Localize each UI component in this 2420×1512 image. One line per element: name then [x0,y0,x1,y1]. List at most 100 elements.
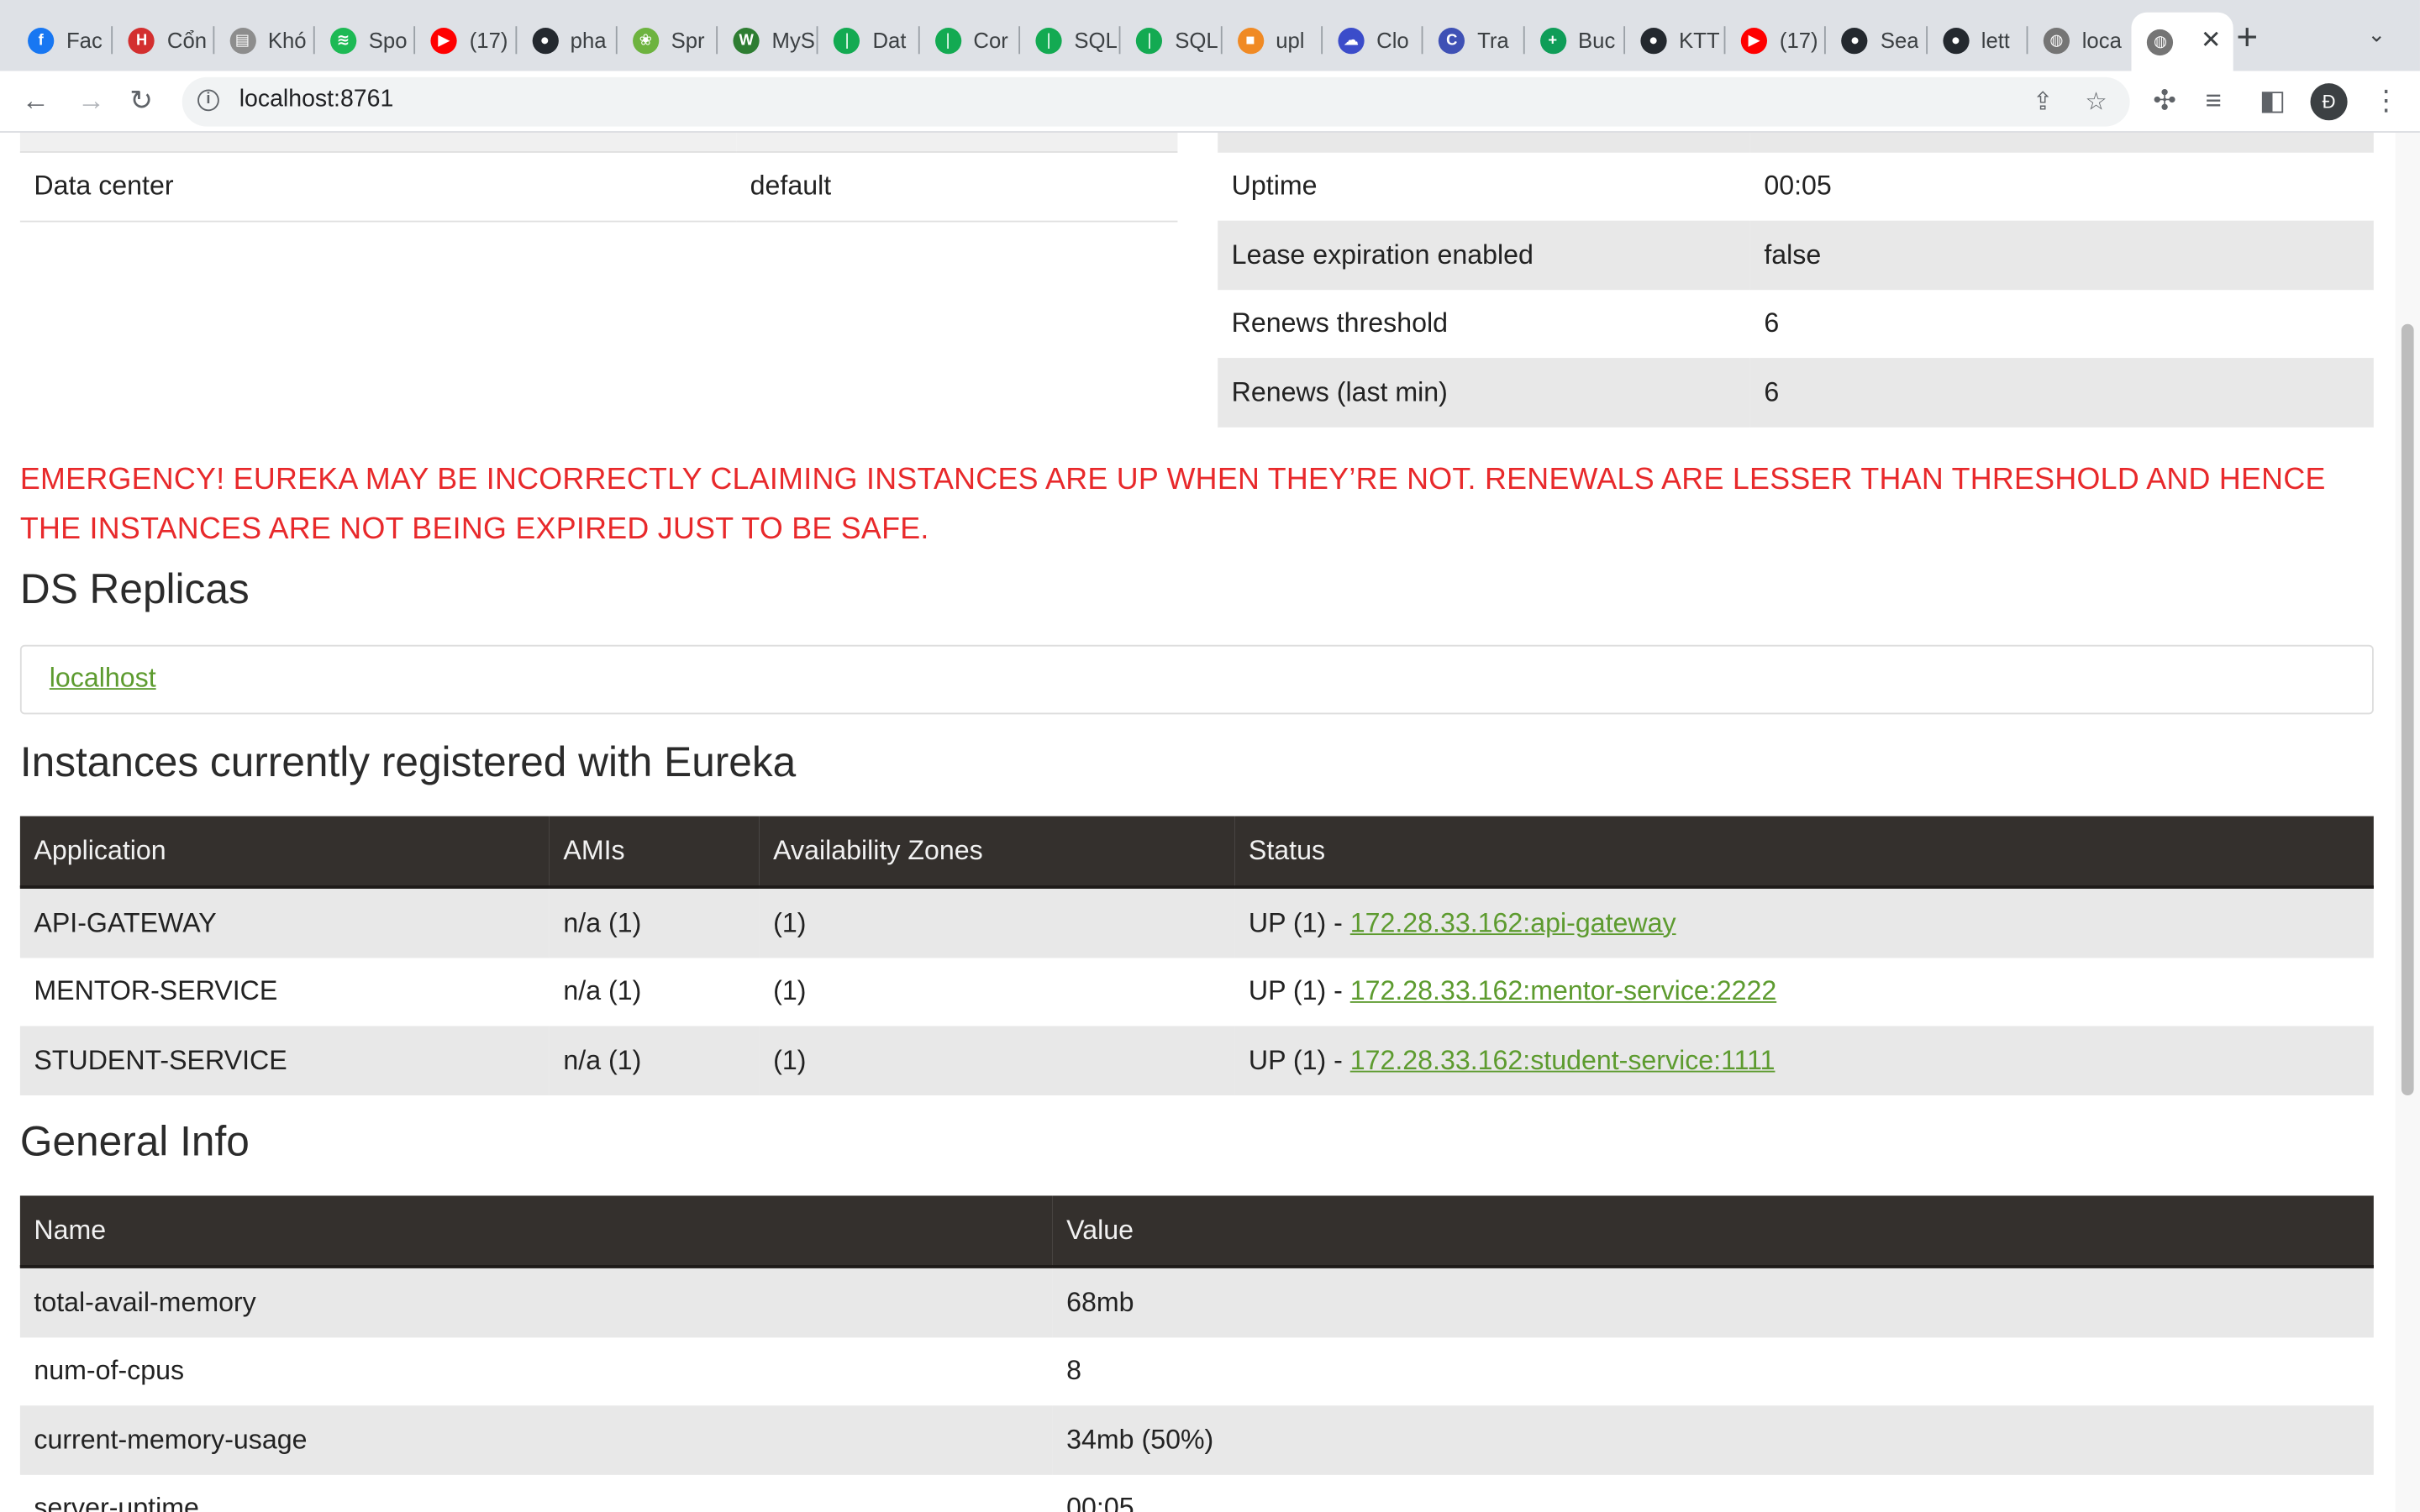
browser-tab[interactable]: ❘ Cor [919,14,1018,66]
table-row [19,132,1178,153]
browser-tab[interactable]: ■ upl [1222,14,1321,66]
column-header[interactable]: Availability Zones [759,816,1235,889]
browser-tab[interactable]: ❀ Spr [617,14,716,66]
tab-title: SQL [1074,28,1118,53]
address-bar[interactable]: i localhost:8761 ⇪ ☆ [182,76,2130,127]
browser-toolbar: ← → ↻ i localhost:8761 ⇪ ☆ ✣ ≡ ◧ Đ ⋮ [0,71,2420,133]
browser-tab[interactable]: ❘ SQL [1121,14,1220,66]
instance-link[interactable]: 172.28.33.162:student-service:1111 [1350,1044,1776,1075]
info-value: 34mb (50%) [1066,1423,1214,1455]
eureka-dashboard-page: Data center default Uptime 00:05 Lease e… [0,132,2396,1512]
table-row: server-uptime 00:05 [19,1473,2374,1512]
youtube-icon: ▶ [430,27,458,54]
browser-tab[interactable]: ◍ ✕ [2132,12,2234,71]
browser-tab[interactable]: ▶ (17) [415,14,514,66]
tab-search-chevron-icon[interactable]: ⌄ [2367,22,2386,48]
mongodb-icon: ❘ [1035,27,1062,54]
browser-tab[interactable]: f Fac [13,14,112,66]
tab-title: (17) [469,28,508,53]
general-info-table: Name Value total-avail-memory 68mb num-o… [19,1195,2374,1512]
browser-window: + ⌄ f Fac H Cổn ▤ Khó ≋ Spo ▶ (17) ● pha ❀ Spr W MyS ❘ Da… [0,0,2420,1512]
browser-tab[interactable]: W MyS [718,14,817,66]
table-row: Uptime 00:05 [1218,151,2374,221]
menu-kebab-icon[interactable]: ⋮ [2372,83,2400,117]
github-icon: ● [531,27,558,54]
bookmark-star-icon[interactable]: ☆ [2085,87,2107,118]
browser-tab[interactable]: ❘ SQL [1020,14,1119,66]
info-value: false [1764,239,1822,270]
info-name: total-avail-memory [34,1286,256,1318]
browser-tab[interactable]: + Buc [1524,14,1623,66]
instance-link[interactable]: 172.28.33.162:mentor-service:2222 [1350,975,1776,1006]
scrollbar-thumb[interactable] [2401,323,2414,1096]
ds-replicas-heading: DS Replicas [19,566,250,613]
instance-info-left-table: Data center default [19,132,1178,222]
site-info-icon[interactable]: i [197,89,219,112]
amis-value: n/a (1) [563,975,642,1006]
instances-table: Application AMIs Availability Zones Stat… [19,816,2374,1095]
book-icon: ▤ [229,27,256,54]
browser-tab[interactable]: ≋ Spo [314,14,413,66]
share-icon[interactable]: ⇪ [2033,87,2054,118]
browser-tab[interactable]: ● pha [516,14,615,66]
column-header[interactable]: AMIs [549,816,760,889]
tab-title: Tra [1477,28,1509,53]
page-scrollbar[interactable] [2395,132,2420,1512]
table-row: Lease expiration enabled false [1218,220,2374,290]
browser-tab[interactable]: ● Sea [1827,14,1926,66]
github-icon: ● [1640,27,1667,54]
close-tab-icon[interactable]: ✕ [2201,24,2222,55]
column-header[interactable]: Application [19,816,550,889]
browser-tab[interactable]: ● KTT [1625,14,1724,66]
mongodb-icon: ❘ [834,27,860,54]
package-icon: ■ [1237,27,1264,54]
side-panel-icon[interactable]: ◧ [2260,83,2286,117]
new-tab-button[interactable]: + [2236,17,2258,60]
browser-tab[interactable]: ▶ (17) [1726,14,1825,66]
browser-tab[interactable]: H Cổn [113,14,213,66]
info-value: 00:05 [1066,1492,1134,1512]
amis-value: n/a (1) [563,906,642,938]
reload-icon[interactable]: ↻ [129,83,153,117]
info-name: Renews (last min) [1231,375,1448,407]
instance-link[interactable]: 172.28.33.162:api-gateway [1350,907,1676,938]
status-cell: UP (1) - 172.28.33.162:api-gateway [1234,887,2373,958]
mongodb-icon: ❘ [1136,27,1163,54]
application-name: API-GATEWAY [34,906,217,938]
table-row: MENTOR-SERVICE n/a (1) (1) UP (1) - 172.… [19,957,2374,1026]
browser-tab[interactable]: ❘ Dat [818,14,918,66]
tab-title: Clo [1376,28,1409,53]
column-header[interactable]: Status [1234,816,2374,889]
status-cell: UP (1) - 172.28.33.162:mentor-service:22… [1234,958,2373,1026]
status-text: UP (1) - [1248,975,1350,1006]
browser-tab[interactable]: ☁ Clo [1323,14,1422,66]
browser-tab[interactable]: ▤ Khó [214,14,313,66]
cloud-icon: ☁ [1338,27,1365,54]
table-header-row: Application AMIs Availability Zones Stat… [19,816,2374,889]
info-value: 68mb [1066,1286,1134,1318]
tab-title: Khó [267,28,307,53]
table-header-row: Name Value [19,1195,2374,1268]
forward-arrow-icon[interactable]: → [77,83,105,117]
globe-icon: ◍ [2147,28,2174,55]
replica-link[interactable]: localhost [50,662,156,695]
profile-avatar[interactable]: Đ [2310,83,2348,121]
tab-strip: + ⌄ f Fac H Cổn ▤ Khó ≋ Spo ▶ (17) ● pha ❀ Spr W MyS ❘ Da… [0,0,2420,71]
browser-tab[interactable]: C Tra [1423,14,1523,66]
media-playlist-icon[interactable]: ≡ [2206,83,2222,117]
info-value: 00:05 [1764,170,1832,202]
url-text[interactable]: localhost:8761 [239,87,394,114]
browser-tab[interactable]: ● lett [1927,14,2026,66]
tab-title: Fac [66,28,103,53]
extensions-puzzle-icon[interactable]: ✣ [2153,83,2176,117]
info-name: Lease expiration enabled [1231,239,1534,270]
school-logo-icon: H [128,27,155,54]
tab-title: Cor [973,28,1008,53]
back-arrow-icon[interactable]: ← [22,83,50,117]
table-row: num-of-cpus 8 [19,1336,2374,1406]
tab-title: Dat [872,28,907,53]
browser-tab[interactable]: ◍ loca [2028,14,2127,66]
github-icon: ● [1942,27,1970,54]
translate-icon: C [1439,27,1465,54]
info-name [1218,133,1750,152]
